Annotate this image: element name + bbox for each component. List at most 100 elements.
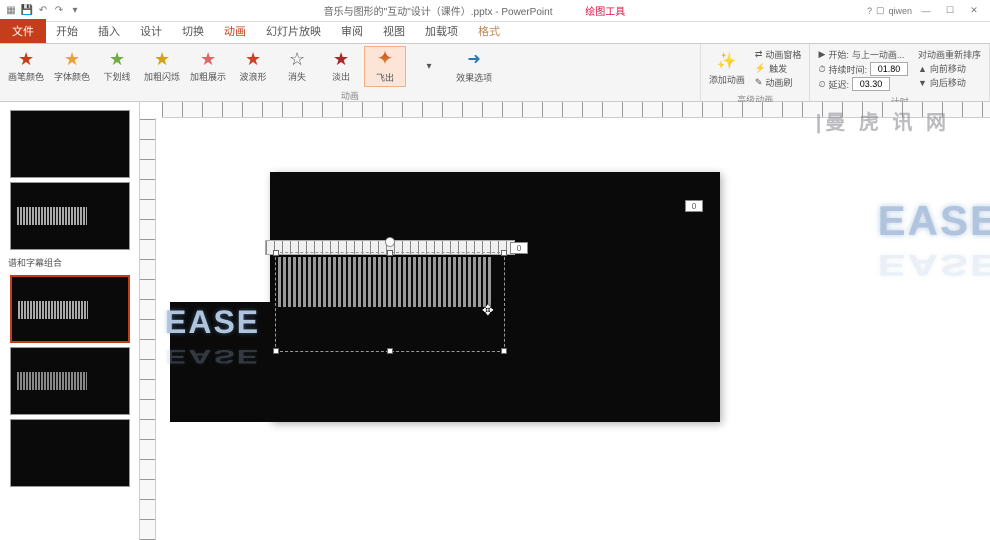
slide-canvas[interactable]: |曼 虎 讯 网 EASE EASE 0 0 ✥ [140,102,990,540]
slide-thumbnail[interactable] [10,110,130,178]
resize-handle[interactable] [501,250,507,256]
tab-insert[interactable]: 插入 [88,19,130,43]
effect-underline[interactable]: ★下划线 [96,46,138,87]
app-icon: ▦ [4,4,18,18]
tab-view[interactable]: 视图 [373,19,415,43]
slide-thumbnail[interactable] [10,419,130,487]
duration-input[interactable] [870,62,908,76]
add-animation-button[interactable]: ✨添加动画 [705,46,749,91]
sparkle-icon: ✨ [717,51,737,71]
watermark-ease-left: EASE [165,304,260,341]
duration-icon: ⏱ [818,64,825,75]
thumb-content [17,372,87,390]
effect-options-button[interactable]: ➜效果选项 [452,46,496,87]
thumb-content [18,301,88,319]
move-earlier-button[interactable]: ▲向前移动 [918,62,981,75]
tab-transitions[interactable]: 切换 [172,19,214,43]
selection-box[interactable] [275,252,505,352]
trigger-icon: ⚡ [755,63,766,74]
arrow-icon: ➜ [467,49,480,69]
start-label: 开始: [828,48,849,61]
star-icon: ★ [200,50,216,68]
minimize-button[interactable]: — [916,6,936,16]
qat-more-icon[interactable]: ▾ [68,4,82,18]
start-value[interactable]: 与上一动画... [852,48,905,61]
slide-thumbnail[interactable] [10,182,130,250]
ribbon-tabs: 文件 开始 插入 设计 切换 动画 幻灯片放映 审阅 视图 加载项 格式 [0,22,990,44]
chevron-down-icon: ▼ [918,78,927,88]
timing-controls: ▶开始:与上一动画... ⏱持续时间: ⏲延迟: [814,46,912,93]
gallery-more[interactable]: ▾ [408,46,450,87]
resize-handle[interactable] [387,348,393,354]
maximize-button[interactable]: ☐ [940,5,960,16]
painter-icon: ✎ [755,77,763,88]
animation-painter-button[interactable]: ✎动画刷 [755,76,802,89]
effect-brush-color[interactable]: ★画笔颜色 [4,46,48,87]
star-icon: ★ [64,50,80,68]
trigger-button[interactable]: ⚡触发 [755,62,802,75]
slide-thumbnail[interactable] [10,275,130,343]
window-controls: ? ▢ qiwen — ☐ ✕ [867,5,990,16]
chevron-down-icon: ▾ [427,61,432,72]
resize-handle[interactable] [501,348,507,354]
ribbon: ★画笔颜色 ★字体颜色 ★下划线 ★加粗闪烁 ★加粗展示 ★波浪形 ☆消失 ★淡… [0,44,990,102]
resize-handle[interactable] [273,348,279,354]
watermark-ease-right: EASE [878,197,990,245]
rotate-handle[interactable] [385,237,395,247]
move-later-button[interactable]: ▼向后移动 [918,76,981,89]
slide-thumbnails-panel[interactable]: 谱和字幕组合 [0,102,140,540]
reorder-controls: 对动画重新排序 ▲向前移动 ▼向后移动 [914,46,985,93]
star-icon: ★ [154,50,170,68]
ribbon-collapse-icon[interactable]: ▢ [876,5,885,16]
ribbon-group-timing: ▶开始:与上一动画... ⏱持续时间: ⏲延迟: 对动画重新排序 ▲向前移动 ▼… [810,44,990,101]
effect-font-color[interactable]: ★字体颜色 [50,46,94,87]
animation-tag[interactable]: 0 [510,242,528,254]
save-icon[interactable]: 💾 [20,4,34,18]
effect-wave[interactable]: ★波浪形 [232,46,274,87]
resize-handle[interactable] [387,250,393,256]
delay-icon: ⏲ [818,79,825,90]
delay-label: 延迟: [828,78,849,91]
watermark-top: |曼 虎 讯 网 [816,106,950,135]
section-label[interactable]: 谱和字幕组合 [4,254,135,271]
animation-pane-button[interactable]: ⇄动画窗格 [755,48,802,61]
filename-text: 音乐与图形的"互动"设计（课件）.pptx - PowerPoint [324,7,553,18]
animation-tag[interactable]: 0 [685,200,703,212]
effect-fade[interactable]: ★淡出 [320,46,362,87]
vertical-ruler[interactable] [140,118,156,540]
help-icon[interactable]: ? [867,6,872,16]
file-tab[interactable]: 文件 [0,19,46,43]
workspace: 谱和字幕组合 |曼 虎 讯 网 EASE EASE 0 0 ✥ [0,102,990,540]
tab-review[interactable]: 审阅 [331,19,373,43]
move-cursor-icon: ✥ [482,302,494,319]
window-title: 音乐与图形的"互动"设计（课件）.pptx - PowerPoint 绘图工具 [82,3,867,18]
ribbon-group-advanced: ✨添加动画 ⇄动画窗格 ⚡触发 ✎动画刷 高级动画 [701,44,811,101]
undo-icon[interactable]: ↶ [36,4,50,18]
star-icon: ★ [245,50,261,68]
duration-label: 持续时间: [828,63,867,76]
slide-thumbnail[interactable] [10,347,130,415]
effect-disappear[interactable]: ☆消失 [276,46,318,87]
redo-icon[interactable]: ↷ [52,4,66,18]
effect-bold-flash[interactable]: ★加粗闪烁 [140,46,184,87]
group-label: 动画 [4,87,696,102]
tab-animations[interactable]: 动画 [214,19,256,43]
star-icon: ✦ [377,49,394,69]
star-icon: ★ [109,50,125,68]
tab-slideshow[interactable]: 幻灯片放映 [256,19,331,43]
delay-input[interactable] [852,77,890,91]
thumb-content [17,207,87,225]
tab-design[interactable]: 设计 [130,19,172,43]
ribbon-group-animation: ★画笔颜色 ★字体颜色 ★下划线 ★加粗闪烁 ★加粗展示 ★波浪形 ☆消失 ★淡… [0,44,701,101]
clock-icon: ▶ [818,49,825,60]
tab-format[interactable]: 格式 [468,19,510,43]
effect-fly-out[interactable]: ✦飞出 [364,46,406,87]
reorder-label: 对动画重新排序 [918,48,981,61]
tab-addins[interactable]: 加载项 [415,19,468,43]
tab-home[interactable]: 开始 [46,19,88,43]
resize-handle[interactable] [273,250,279,256]
effect-bold-reveal[interactable]: ★加粗展示 [186,46,230,87]
star-icon: ☆ [289,50,305,68]
close-button[interactable]: ✕ [964,5,984,16]
star-icon: ★ [333,50,349,68]
